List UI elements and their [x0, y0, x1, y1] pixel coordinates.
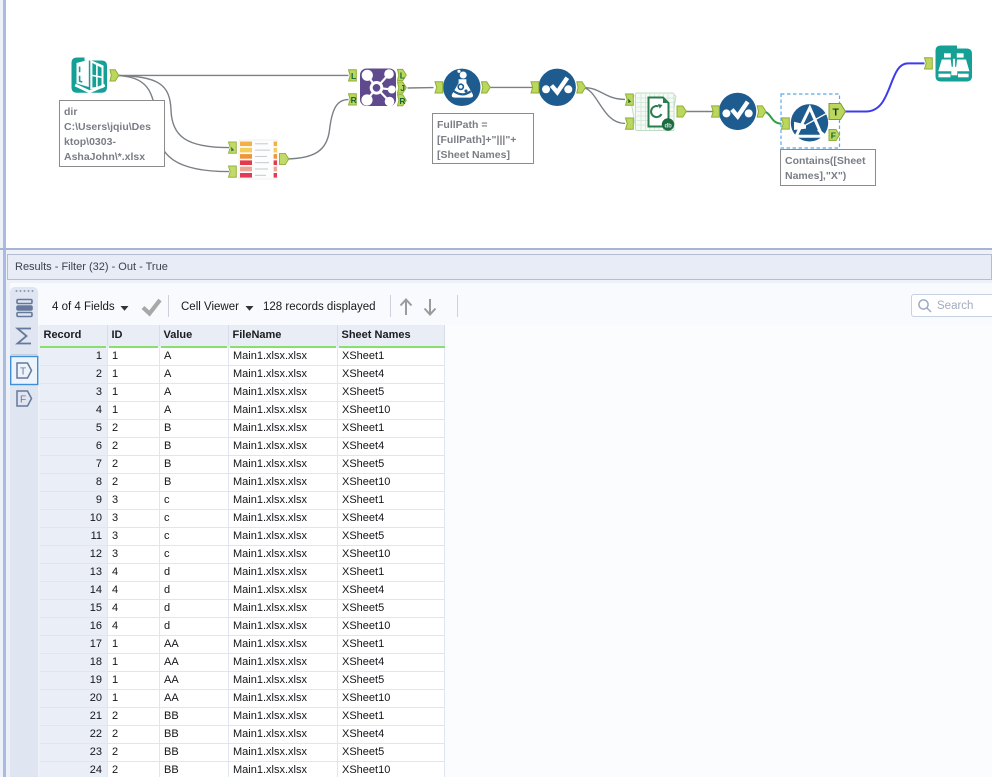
svg-text:T: T — [20, 367, 26, 378]
svg-text:F: F — [20, 395, 26, 406]
svg-text:R: R — [399, 96, 405, 106]
svg-text:R: R — [351, 95, 357, 105]
svg-text:F: F — [831, 131, 836, 141]
svg-text:db: db — [665, 124, 673, 130]
svg-text:L: L — [400, 71, 405, 81]
svg-text:T: T — [833, 107, 840, 119]
svg-text:L: L — [351, 71, 356, 81]
svg-text:J: J — [400, 83, 405, 93]
